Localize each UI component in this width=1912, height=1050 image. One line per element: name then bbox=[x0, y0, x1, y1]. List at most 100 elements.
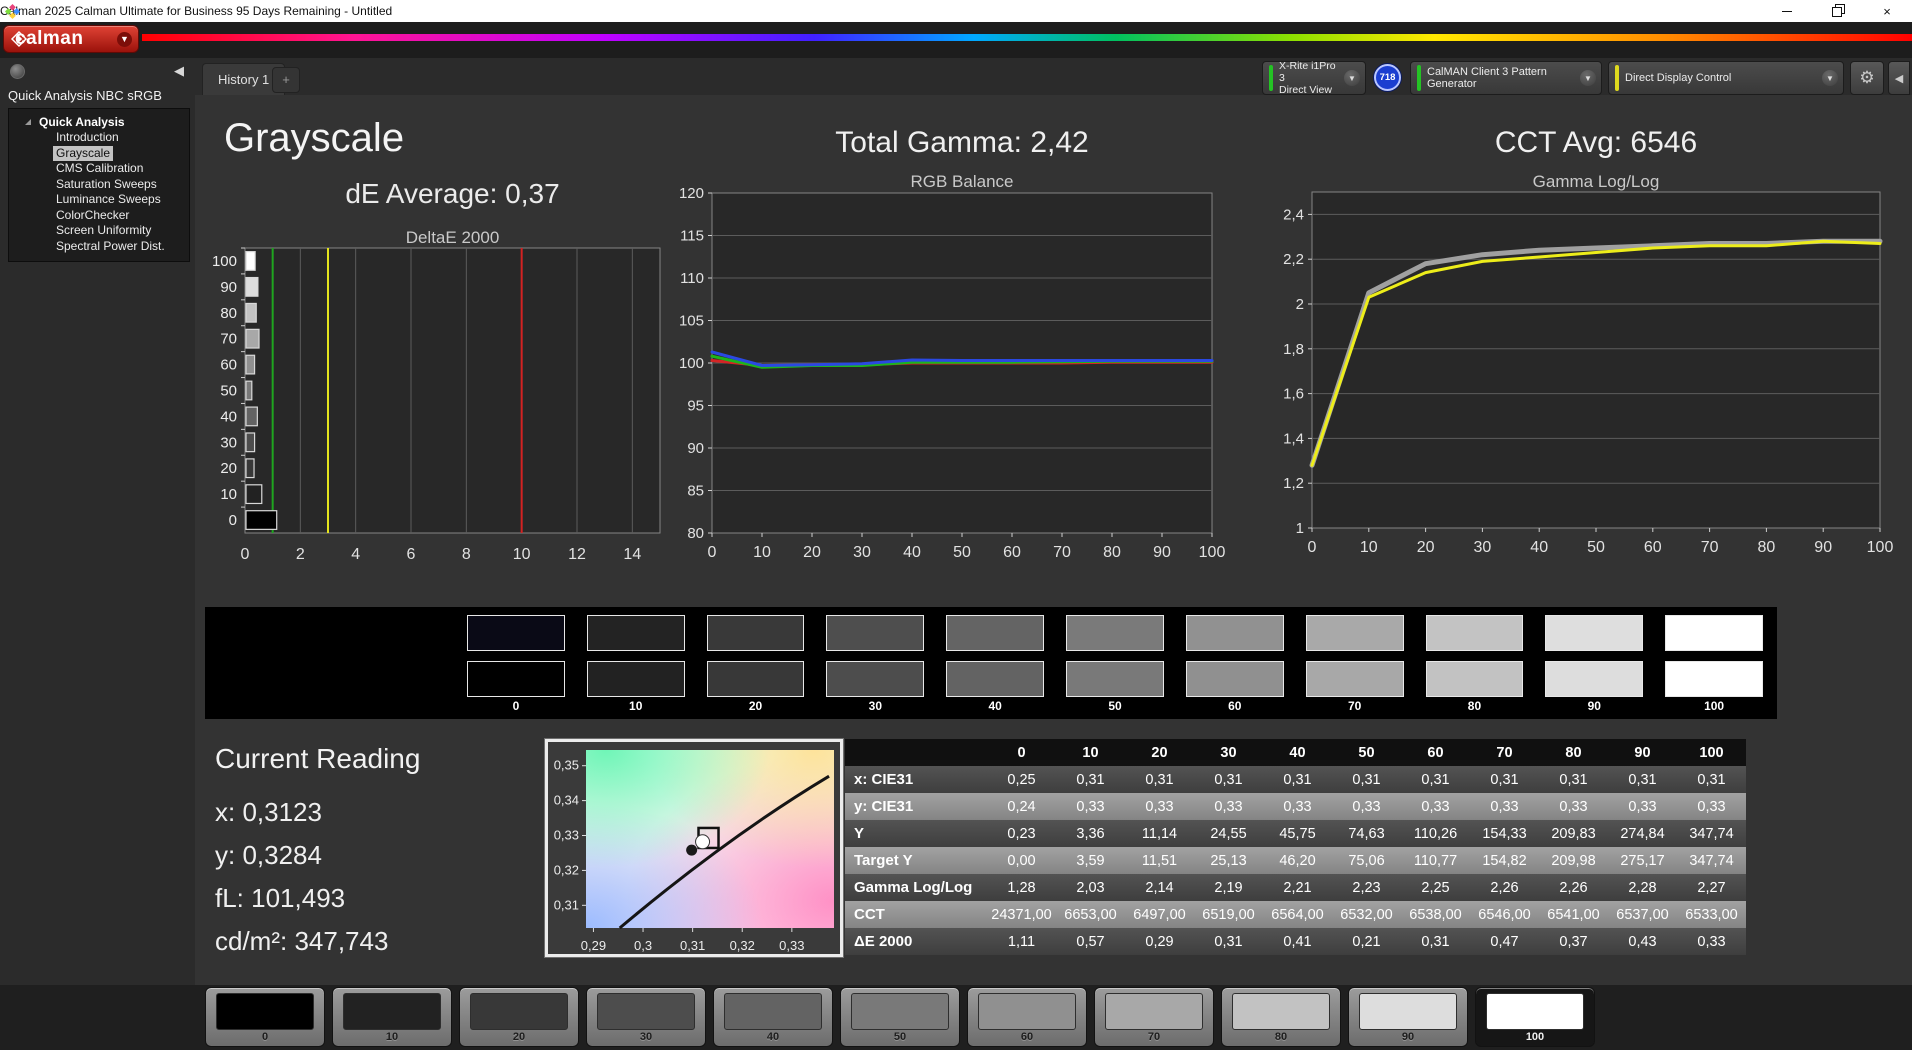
svg-text:2: 2 bbox=[296, 546, 305, 563]
tree-item-saturation-sweeps[interactable]: Saturation Sweeps bbox=[53, 177, 160, 193]
table-cell: 45,75 bbox=[1263, 820, 1332, 847]
swatch-level-label: 70 bbox=[1306, 699, 1404, 713]
minimize-button[interactable] bbox=[1762, 0, 1812, 22]
svg-text:0: 0 bbox=[241, 546, 250, 563]
table-column-header: 90 bbox=[1608, 739, 1677, 766]
chevron-left-icon: ◀ bbox=[1895, 72, 1903, 85]
svg-text:20: 20 bbox=[220, 460, 237, 477]
table-cell: 0,41 bbox=[1263, 928, 1332, 955]
pattern-button-60[interactable]: 60 bbox=[967, 987, 1087, 1047]
svg-text:50: 50 bbox=[1587, 539, 1605, 556]
target-swatch-90 bbox=[1545, 661, 1643, 697]
meter-count-badge[interactable]: 718 bbox=[1374, 64, 1401, 91]
tree-root-quick-analysis[interactable]: Quick Analysis bbox=[39, 114, 189, 130]
grayscale-column-10: 10 bbox=[587, 607, 685, 713]
pattern-button-10[interactable]: 10 bbox=[332, 987, 452, 1047]
meter-status-edge bbox=[1269, 65, 1273, 91]
total-gamma-readout: Total Gamma: 2,42 bbox=[712, 126, 1212, 160]
svg-text:2,2: 2,2 bbox=[1283, 251, 1304, 268]
settings-button[interactable]: ⚙ bbox=[1850, 61, 1884, 95]
table-cell: 0,33 bbox=[1332, 793, 1401, 820]
pattern-generator-dropdown[interactable]: CalMAN Client 3 Pattern Generator ▼ bbox=[1410, 61, 1602, 95]
target-swatch-80 bbox=[1426, 661, 1524, 697]
target-swatch-10 bbox=[587, 661, 685, 697]
actual-swatch-80 bbox=[1426, 615, 1524, 651]
svg-text:100: 100 bbox=[679, 355, 704, 372]
tree-item-colorchecker[interactable]: ColorChecker bbox=[53, 208, 132, 224]
add-tab-button[interactable]: + bbox=[272, 67, 300, 93]
svg-text:0,33: 0,33 bbox=[779, 938, 804, 953]
table-cell: 347,74 bbox=[1677, 820, 1746, 847]
tree-item-introduction[interactable]: Introduction bbox=[53, 130, 122, 146]
table-row-label: x: CIE31 bbox=[845, 766, 987, 793]
svg-text:90: 90 bbox=[687, 440, 704, 457]
tree-item-screen-uniformity[interactable]: Screen Uniformity bbox=[53, 223, 154, 239]
tree-item-cms-calibration[interactable]: CMS Calibration bbox=[53, 161, 146, 177]
table-cell: 110,26 bbox=[1401, 820, 1470, 847]
restore-button[interactable] bbox=[1812, 0, 1862, 22]
svg-text:0,31: 0,31 bbox=[680, 938, 705, 953]
grayscale-column-90: 90 bbox=[1545, 607, 1643, 713]
panel-collapse-button[interactable]: ◀ bbox=[1888, 61, 1910, 95]
pattern-swatch bbox=[470, 993, 568, 1030]
pattern-button-20[interactable]: 20 bbox=[459, 987, 579, 1047]
table-cell: 6497,00 bbox=[1125, 901, 1194, 928]
display-control-dropdown[interactable]: Direct Display Control ▼ bbox=[1608, 61, 1844, 95]
svg-text:10: 10 bbox=[753, 544, 771, 561]
meter-dropdown[interactable]: X-Rite i1Pro 3Direct View ▼ bbox=[1262, 61, 1366, 95]
svg-text:10: 10 bbox=[513, 546, 531, 563]
table-row-label: CCT bbox=[845, 901, 987, 928]
table-cell: 24,55 bbox=[1194, 820, 1263, 847]
table-column-header: 10 bbox=[1056, 739, 1125, 766]
window-title: Calman 2025 Calman Ultimate for Business… bbox=[0, 4, 392, 18]
workflow-status-dot[interactable] bbox=[10, 64, 25, 79]
table-cell: 0,29 bbox=[1125, 928, 1194, 955]
tree-expander-icon[interactable] bbox=[25, 119, 31, 125]
sidebar-collapse-icon[interactable]: ◀ bbox=[174, 63, 184, 79]
svg-text:0,31: 0,31 bbox=[554, 897, 579, 912]
svg-text:0,33: 0,33 bbox=[554, 828, 579, 843]
meter-dropdown-chevron-icon: ▼ bbox=[1344, 70, 1360, 86]
pattern-generator-status-edge bbox=[1417, 65, 1421, 91]
tree-item-luminance-sweeps[interactable]: Luminance Sweeps bbox=[53, 192, 164, 208]
pattern-label: 20 bbox=[460, 1031, 578, 1043]
workflow-tree: Quick Analysis IntroductionGrayscaleCMS … bbox=[8, 108, 190, 262]
pattern-button-70[interactable]: 70 bbox=[1094, 987, 1214, 1047]
pattern-button-30[interactable]: 30 bbox=[586, 987, 706, 1047]
calman-logo-icon bbox=[10, 30, 28, 48]
grayscale-column-50: 50 bbox=[1066, 607, 1164, 713]
svg-text:80: 80 bbox=[1103, 544, 1121, 561]
svg-text:0,32: 0,32 bbox=[554, 862, 579, 877]
table-column-header: 70 bbox=[1470, 739, 1539, 766]
display-control-chevron-icon: ▼ bbox=[1822, 70, 1838, 86]
display-control-label: Direct Display Control bbox=[1625, 72, 1731, 84]
calman-menu-button[interactable]: calman ▼ bbox=[3, 25, 139, 53]
tree-item-spectral-power-dist-[interactable]: Spectral Power Dist. bbox=[53, 239, 168, 255]
pattern-button-100[interactable]: 100 bbox=[1475, 987, 1595, 1047]
table-column-header: 0 bbox=[987, 739, 1056, 766]
pattern-button-80[interactable]: 80 bbox=[1221, 987, 1341, 1047]
pattern-swatch bbox=[1105, 993, 1203, 1030]
close-button[interactable]: × bbox=[1862, 0, 1912, 22]
svg-text:100: 100 bbox=[1867, 539, 1894, 556]
swatch-level-label: 30 bbox=[826, 699, 924, 713]
svg-text:85: 85 bbox=[687, 483, 704, 500]
rgb-balance-chart: 8085909510010511011512001020304050607080… bbox=[668, 188, 1224, 566]
svg-text:120: 120 bbox=[679, 185, 704, 202]
grayscale-column-20: 20 bbox=[707, 607, 805, 713]
pattern-button-40[interactable]: 40 bbox=[713, 987, 833, 1047]
actual-swatch-100 bbox=[1665, 615, 1763, 651]
pattern-button-0[interactable]: 0 bbox=[205, 987, 325, 1047]
cie-chart-panel[interactable]: 0,290,30,310,320,330,310,320,330,340,35 bbox=[545, 739, 843, 957]
svg-text:0,32: 0,32 bbox=[730, 938, 755, 953]
pattern-button-90[interactable]: 90 bbox=[1348, 987, 1468, 1047]
pattern-swatch bbox=[1486, 993, 1584, 1030]
svg-text:80: 80 bbox=[220, 305, 237, 322]
table-cell: 6538,00 bbox=[1401, 901, 1470, 928]
table-row: Y0,233,3611,1424,5545,7574,63110,26154,3… bbox=[845, 820, 1746, 847]
pattern-swatch bbox=[597, 993, 695, 1030]
current-reading-fl: fL: 101,493 bbox=[215, 883, 345, 914]
pattern-button-50[interactable]: 50 bbox=[840, 987, 960, 1047]
tree-item-grayscale[interactable]: Grayscale bbox=[53, 146, 113, 162]
svg-text:40: 40 bbox=[1530, 539, 1548, 556]
